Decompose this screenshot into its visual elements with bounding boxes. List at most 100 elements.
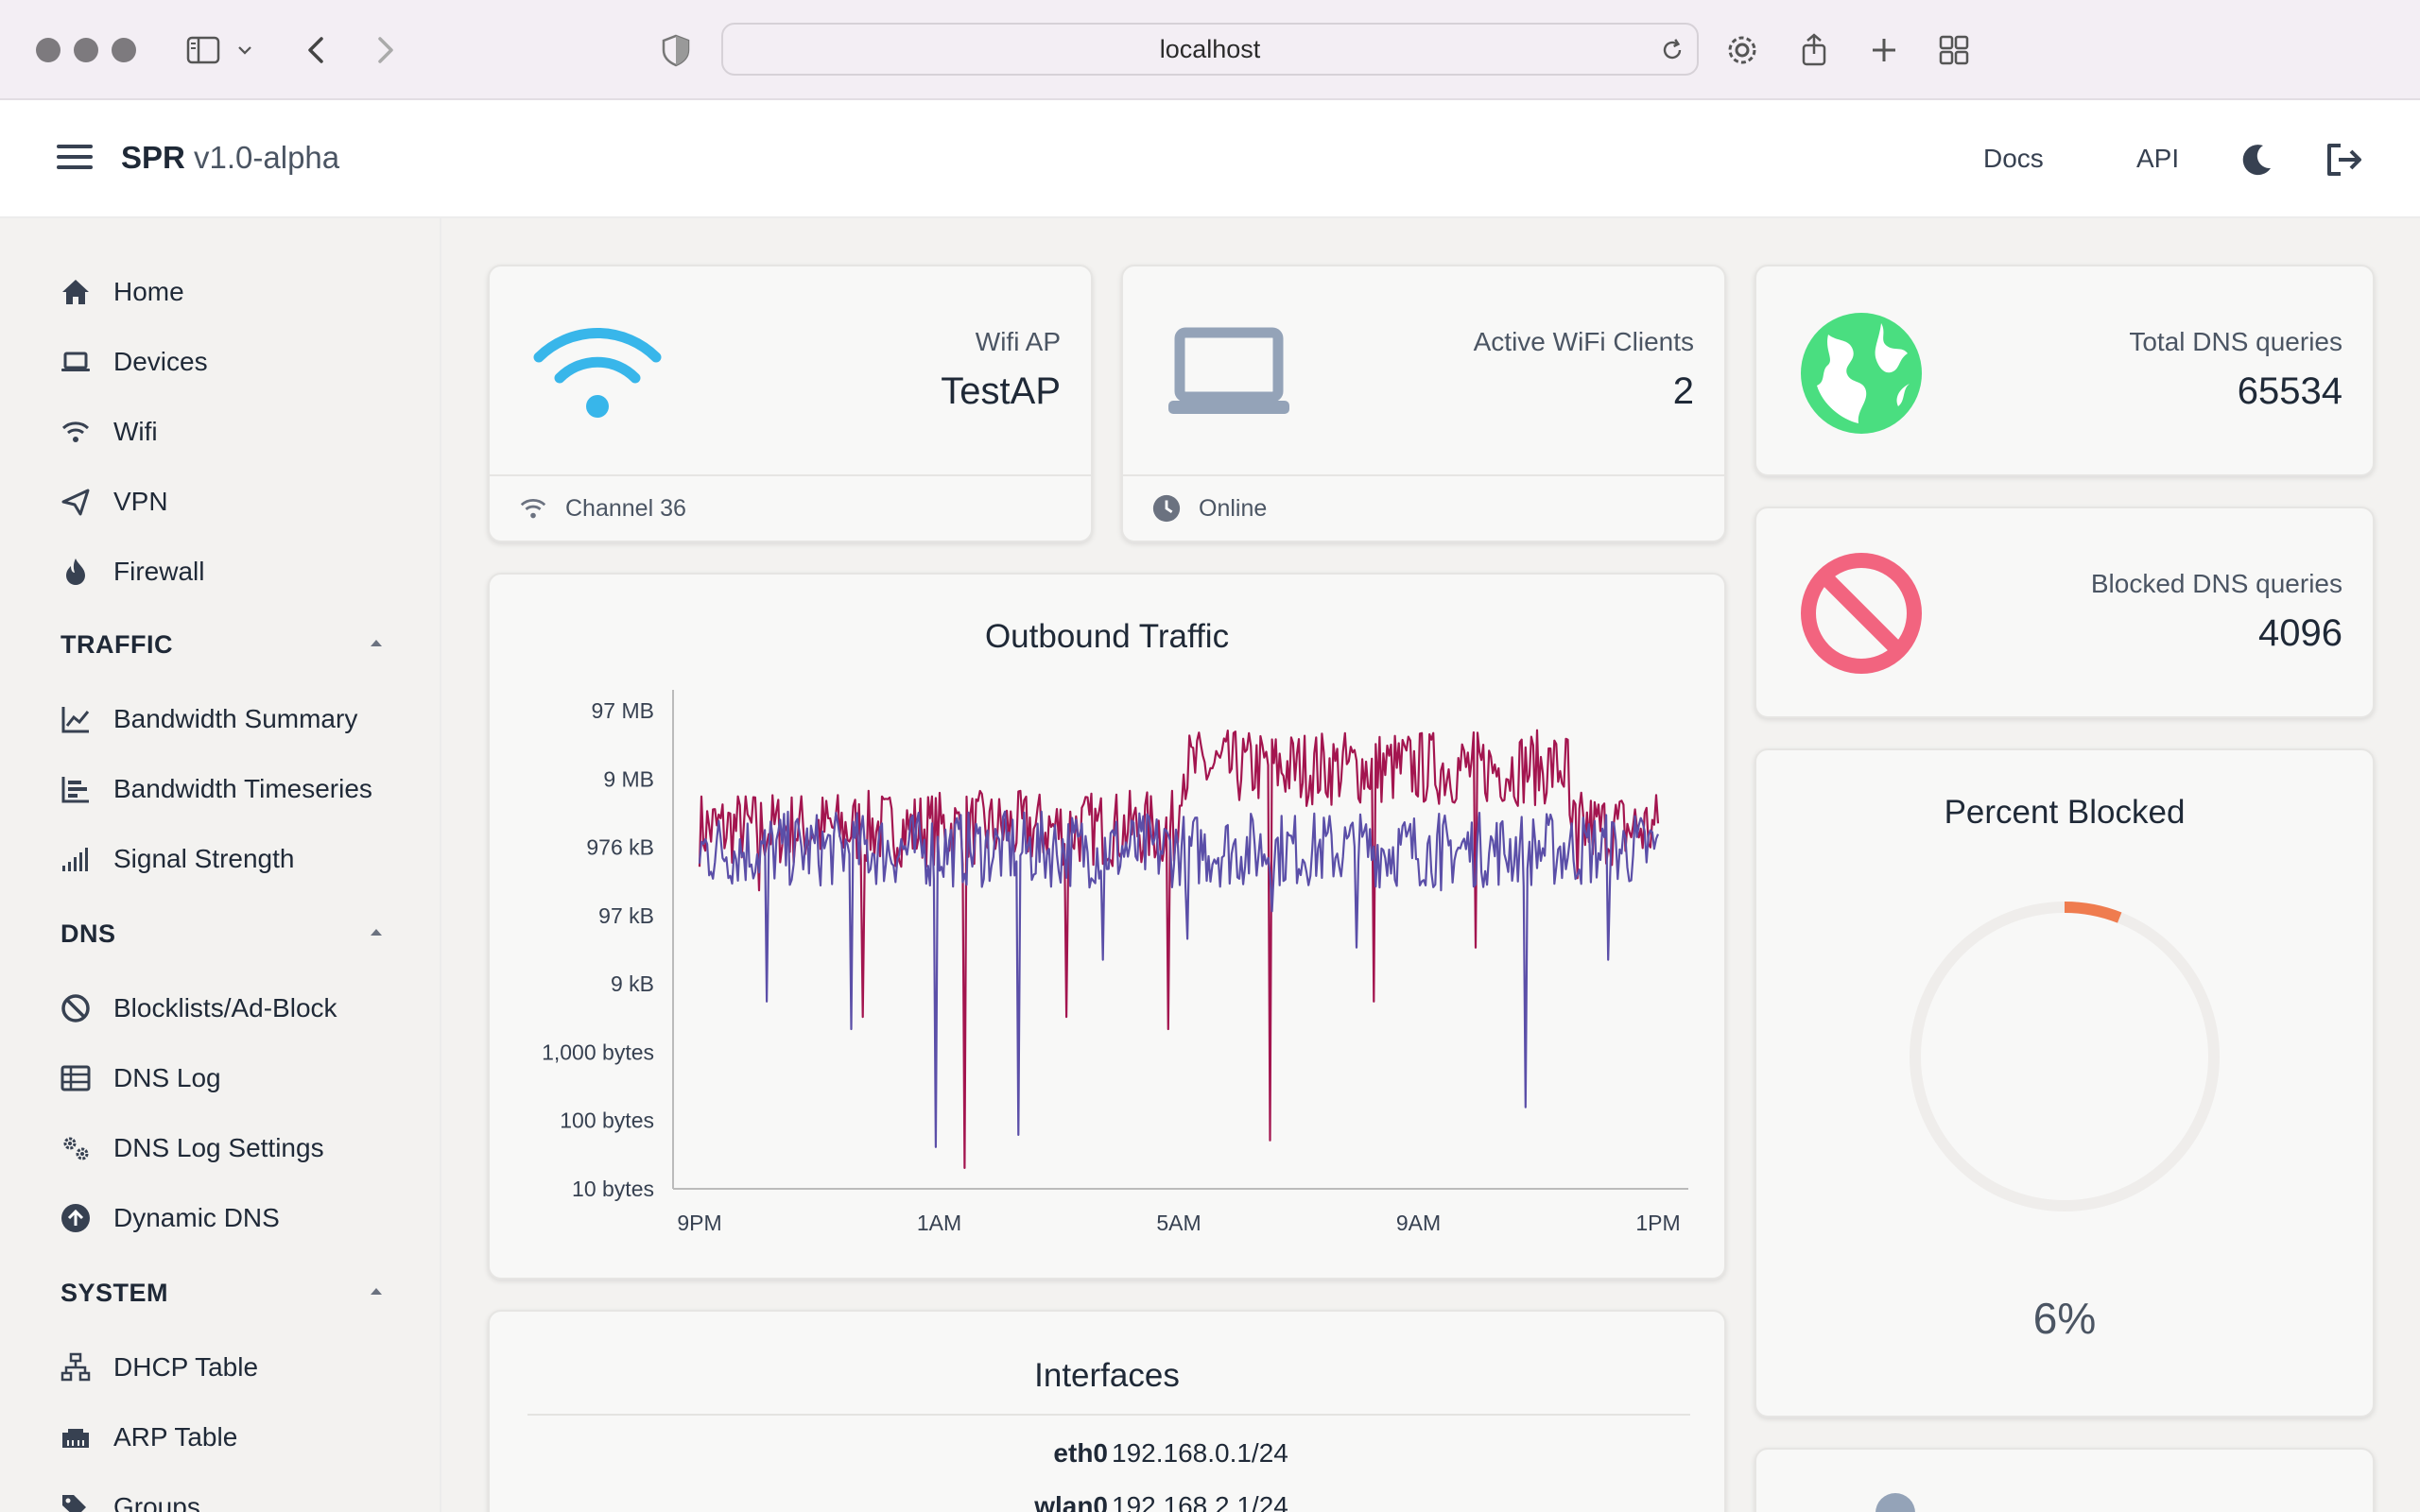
outbound-traffic-card: Outbound Traffic 97 MB 9 MB 976 kB 97 kB 9 k… <box>488 573 1726 1280</box>
brand-name: SPR <box>121 140 185 175</box>
x-tick-label: 9AM <box>1396 1211 1441 1235</box>
home-icon <box>59 275 93 309</box>
percent-blocked-donut <box>1910 902 2220 1211</box>
address-bar[interactable]: localhost <box>721 23 1699 76</box>
sidebar-item-label: Bandwidth Summary <box>113 704 358 733</box>
user-card <box>1754 1448 2375 1512</box>
sidebar-item-label: Blocklists/Ad-Block <box>113 993 337 1022</box>
back-icon[interactable] <box>293 26 340 74</box>
y-tick-label: 976 kB <box>586 835 654 860</box>
clock-icon <box>1152 494 1181 523</box>
sidebar-item-arp-table[interactable]: ARP Table <box>59 1415 418 1460</box>
interface-ip: 192.168.2.1/24 <box>1112 1491 1288 1512</box>
shield-icon[interactable] <box>652 26 700 74</box>
app-header: SPR v1.0-alpha Docs API <box>0 100 2420 218</box>
blocked-dns-value: 4096 <box>2258 612 2342 654</box>
total-dns-label: Total DNS queries <box>2129 327 2342 356</box>
clients-label: Active WiFi Clients <box>1473 327 1694 356</box>
avatar <box>1876 1493 1915 1512</box>
online-text: Online <box>1199 494 1268 522</box>
sidebar-item-dns-log-settings[interactable]: DNS Log Settings <box>59 1125 418 1171</box>
total-dns-card: Total DNS queries 65534 <box>1754 265 2375 476</box>
wifi-ap-value: TestAP <box>941 370 1061 412</box>
outbound-traffic-chart: 97 MB 9 MB 976 kB 97 kB 9 kB 1,000 bytes 100 b… <box>542 690 1688 1235</box>
sidebar-item-label: Devices <box>113 347 208 376</box>
caret-up-icon <box>371 929 382 936</box>
sidebar-item-bandwidth-summary[interactable]: Bandwidth Summary <box>59 696 418 742</box>
arrow-up-circle-icon <box>59 1201 93 1235</box>
series-line-2 <box>698 810 1660 1148</box>
channel-text: Channel 36 <box>565 494 686 522</box>
settings-gear-icon[interactable] <box>1719 26 1766 74</box>
blocked-dns-card: Blocked DNS queries 4096 <box>1754 507 2375 718</box>
close-window-button[interactable] <box>36 38 60 62</box>
reload-icon[interactable] <box>1657 35 1687 65</box>
table-icon <box>59 1061 93 1095</box>
sidebar-item-signal-strength[interactable]: Signal Strength <box>59 836 418 882</box>
sidebar-toggle-icon[interactable] <box>180 26 227 74</box>
sidebar-item-vpn[interactable]: VPN <box>59 479 418 524</box>
ban-icon <box>1801 553 1922 674</box>
interface-name: wlan0 <box>1034 1491 1108 1512</box>
flame-icon <box>59 555 93 589</box>
zoom-window-button[interactable] <box>112 38 136 62</box>
sidebar-item-label: DHCP Table <box>113 1352 259 1382</box>
sidebar-item-wifi[interactable]: Wifi <box>59 409 418 455</box>
sidebar-item-label: DNS Log Settings <box>113 1133 324 1162</box>
sidebar-item-bandwidth-timeseries[interactable]: Bandwidth Timeseries <box>59 766 418 812</box>
sidebar-item-label: Wifi <box>113 417 158 446</box>
sidebar-item-groups[interactable]: Groups <box>59 1485 418 1512</box>
url-text: localhost <box>1159 34 1261 63</box>
section-system[interactable]: SYSTEM <box>60 1279 382 1308</box>
y-tick-label: 10 bytes <box>572 1177 654 1201</box>
browser-toolbar: localhost <box>0 0 2420 100</box>
sidebar-item-home[interactable]: Home <box>59 269 418 315</box>
sidebar-item-label: Home <box>113 277 184 306</box>
percent-blocked-title: Percent Blocked <box>1944 794 2186 831</box>
sidebar-item-label: Groups <box>113 1492 200 1512</box>
section-title: DNS <box>60 919 116 948</box>
tab-overview-icon[interactable] <box>1930 26 1978 74</box>
y-tick-label: 9 MB <box>603 766 654 791</box>
sidebar-item-blocklists[interactable]: Blocklists/Ad-Block <box>59 986 418 1031</box>
x-tick-label: 5AM <box>1156 1211 1201 1235</box>
sidebar-item-label: Signal Strength <box>113 844 295 873</box>
docs-link[interactable]: Docs <box>1983 144 2044 174</box>
ethernet-icon <box>59 1420 93 1454</box>
brand[interactable]: SPR v1.0-alpha <box>121 140 339 176</box>
chevron-down-icon[interactable] <box>231 26 259 74</box>
section-title: TRAFFIC <box>60 630 173 659</box>
laptop-icon <box>1168 327 1289 414</box>
section-dns[interactable]: DNS <box>60 919 382 949</box>
sidebar-item-dns-log[interactable]: DNS Log <box>59 1056 418 1101</box>
section-title: SYSTEM <box>60 1279 169 1307</box>
sidebar-item-dhcp-table[interactable]: DHCP Table <box>59 1345 418 1390</box>
clients-value: 2 <box>1672 370 1694 412</box>
minimize-window-button[interactable] <box>74 38 98 62</box>
signal-icon <box>59 842 93 876</box>
sidebar-item-dynamic-dns[interactable]: Dynamic DNS <box>59 1195 418 1241</box>
logout-icon[interactable] <box>2322 138 2365 181</box>
forward-icon[interactable] <box>361 26 408 74</box>
section-traffic[interactable]: TRAFFIC <box>60 630 382 660</box>
total-dns-value: 65534 <box>2237 370 2342 412</box>
interface-name: eth0 <box>1053 1438 1108 1468</box>
active-clients-card: Active WiFi Clients 2 Online <box>1121 265 1726 542</box>
wifi-icon <box>533 327 662 418</box>
sidebar-item-devices[interactable]: Devices <box>59 339 418 385</box>
new-tab-plus-icon[interactable] <box>1860 26 1908 74</box>
share-icon[interactable] <box>1790 26 1838 74</box>
api-link[interactable]: API <box>2136 144 2179 174</box>
interfaces-title: Interfaces <box>1034 1357 1180 1394</box>
blocked-dns-label: Blocked DNS queries <box>2090 569 2342 598</box>
x-tick-label: 1PM <box>1635 1211 1680 1235</box>
sidebar-item-firewall[interactable]: Firewall <box>59 549 418 594</box>
laptop-icon <box>59 345 93 379</box>
moon-icon[interactable] <box>2235 138 2278 181</box>
series-line-1 <box>698 729 1660 1170</box>
y-tick-label: 97 MB <box>592 698 654 723</box>
interfaces-card: Interfaces eth0 192.168.0.1/24 wlan0 192… <box>488 1310 1726 1512</box>
menu-icon[interactable] <box>57 145 93 173</box>
divider <box>527 1414 1690 1416</box>
sidebar-item-label: Firewall <box>113 557 205 586</box>
